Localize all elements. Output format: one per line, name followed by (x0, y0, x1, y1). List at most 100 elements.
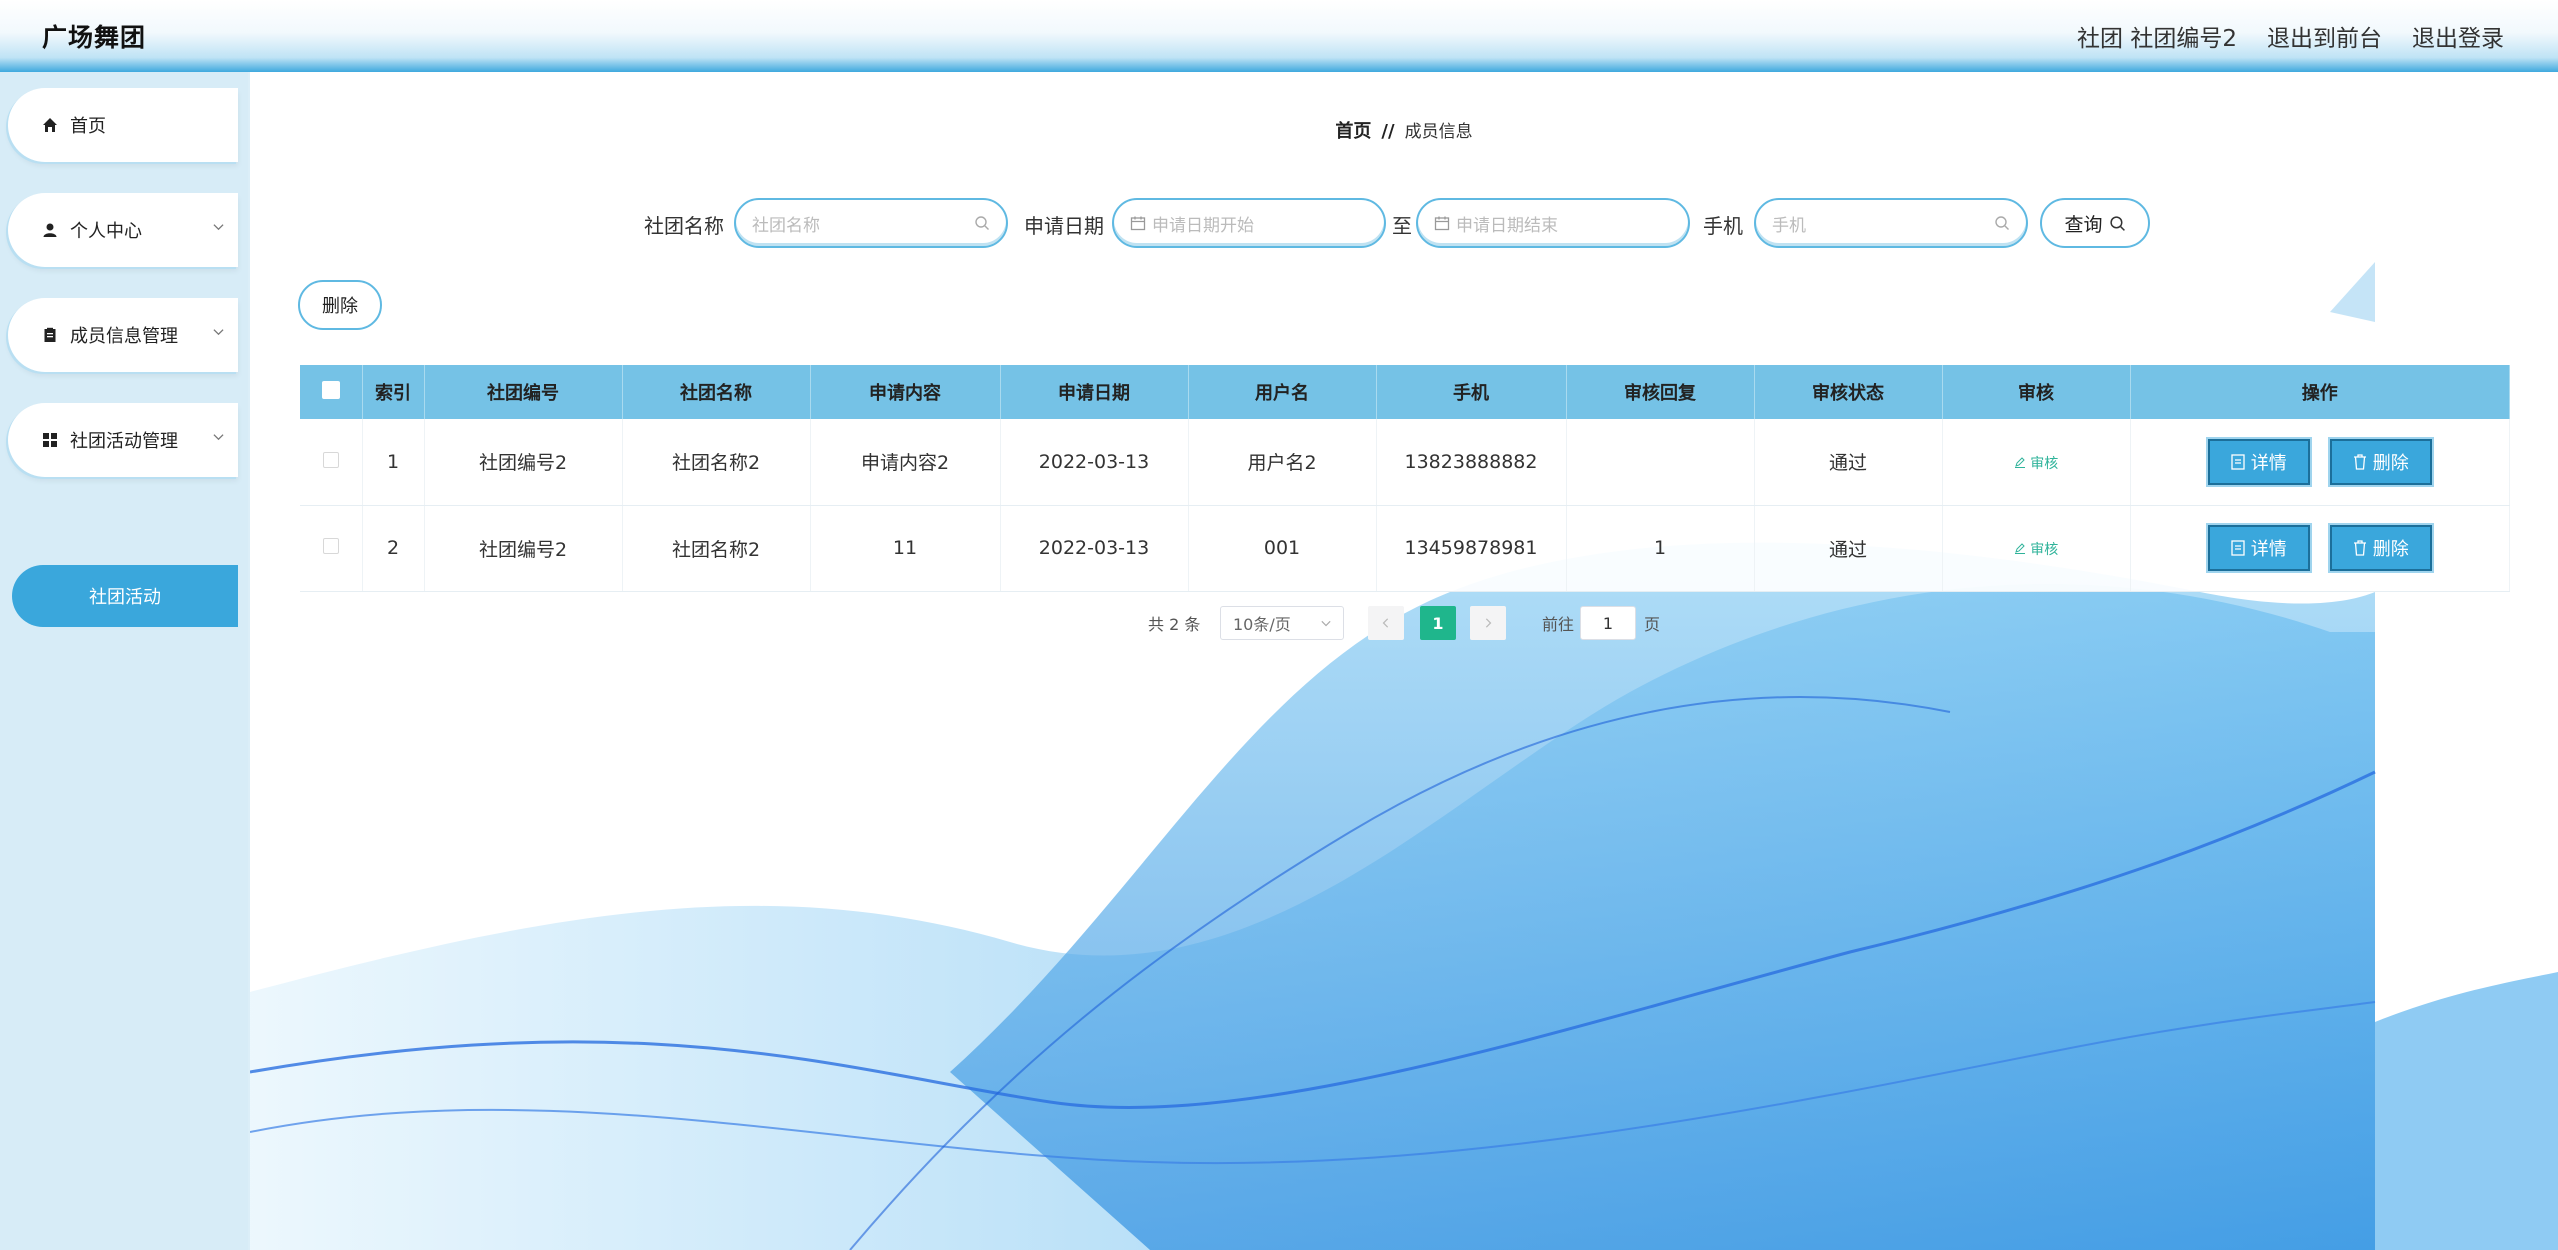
detail-button-label: 详情 (2250, 539, 2287, 560)
club-name-input[interactable]: 社团名称 (734, 198, 1008, 248)
page-suffix: 页 (1644, 615, 1661, 634)
grid-icon (43, 433, 57, 447)
date-end-input[interactable]: 申请日期结束 (1416, 198, 1690, 248)
sidebar-item-activity-management[interactable]: 社团活动管理 (8, 403, 238, 477)
cell-content: 申请内容2 (810, 419, 1001, 506)
member-table: 索引 社团编号 社团名称 申请内容 申请日期 用户名 手机 审核回复 审核状态 … (300, 365, 2510, 592)
delete-button[interactable]: 删除 (2327, 436, 2434, 487)
delete-button-label: 删除 (2372, 452, 2409, 474)
goto-page-input[interactable]: 1 (1580, 606, 1636, 640)
breadcrumb-home[interactable]: 首页 (1335, 121, 1371, 142)
cell-phone: 13459878981 (1376, 505, 1567, 592)
club-name-placeholder: 社团名称 (752, 215, 820, 236)
column-header: 用户名 (1188, 365, 1377, 419)
search-bar: 社团名称 社团名称 申请日期 申请日期开始 至 申请日期结束 手机 手机 查询 (250, 198, 2558, 248)
date-start-input[interactable]: 申请日期开始 (1112, 198, 1386, 248)
cell-username: 用户名2 (1188, 419, 1377, 506)
column-header: 审核 (1942, 365, 2131, 419)
delete-button[interactable]: 删除 (2327, 523, 2434, 573)
clipboard-icon (44, 327, 56, 342)
chevron-right-icon (1485, 618, 1492, 628)
sidebar-item-member-management[interactable]: 成员信息管理 (8, 298, 238, 372)
batch-delete-button[interactable]: 删除 (298, 280, 382, 330)
cell-club-no: 社团编号2 (424, 419, 623, 506)
sidebar-item-label: 成员信息管理 (70, 326, 178, 347)
table-row: 1 社团编号2 社团名称2 申请内容2 2022-03-13 用户名2 1382… (300, 419, 2510, 506)
sidebar-item-profile[interactable]: 个人中心 (8, 193, 238, 267)
audit-link-label: 审核 (2030, 455, 2059, 472)
detail-button[interactable]: 详情 (2205, 523, 2312, 573)
chevron-down-icon (213, 434, 224, 441)
chevron-down-icon (1321, 620, 1331, 627)
audit-link[interactable]: 审核 (2014, 542, 2058, 558)
chevron-left-icon (1382, 618, 1389, 628)
document-icon (2231, 454, 2245, 470)
select-all-checkbox[interactable] (321, 380, 340, 399)
column-header: 申请日期 (1000, 365, 1189, 419)
sidebar-item-club-activity[interactable]: 社团活动 (12, 565, 238, 627)
table-header-row: 索引 社团编号 社团名称 申请内容 申请日期 用户名 手机 审核回复 审核状态 … (300, 365, 2510, 419)
column-header: 社团编号 (424, 365, 623, 419)
column-header: 社团名称 (622, 365, 811, 419)
row-checkbox[interactable] (322, 451, 339, 468)
apply-date-label: 申请日期 (1024, 214, 1104, 238)
trash-icon (2353, 454, 2366, 470)
cell-index: 2 (362, 505, 425, 592)
goto-label: 前往 (1542, 615, 1575, 634)
sidebar-item-label: 个人中心 (70, 221, 142, 242)
cell-phone: 13823888882 (1376, 419, 1567, 506)
next-page-button[interactable] (1470, 606, 1506, 640)
phone-label: 手机 (1703, 214, 1743, 238)
table-row: 2 社团编号2 社团名称2 11 2022-03-13 001 13459878… (300, 505, 2510, 592)
app-title: 广场舞团 (42, 23, 147, 52)
pagination: 共 2 条 10条/页 1 前往 1 页 (250, 606, 2558, 640)
cell-audit: 审核 (1942, 419, 2131, 506)
sidebar-item-label: 首页 (70, 116, 106, 137)
prev-page-button[interactable] (1368, 606, 1404, 640)
phone-input[interactable]: 手机 (1754, 198, 2028, 248)
query-button[interactable]: 查询 (2040, 198, 2150, 248)
sidebar-item-label: 社团活动管理 (70, 431, 178, 452)
column-header: 审核回复 (1566, 365, 1755, 419)
top-header: 广场舞团 社团 社团编号2 退出到前台 退出登录 (0, 0, 2558, 72)
detail-button[interactable]: 详情 (2205, 436, 2312, 487)
main-content: 首页 // 成员信息 社团名称 社团名称 申请日期 申请日期开始 至 申请日期结束 … (250, 72, 2558, 1250)
audit-link[interactable]: 审核 (2014, 456, 2058, 472)
chevron-down-icon (213, 329, 224, 336)
header-actions: 社团 社团编号2 退出到前台 退出登录 (2077, 19, 2504, 53)
logout-link[interactable]: 退出登录 (2412, 19, 2504, 53)
sidebar-item-home[interactable]: 首页 (8, 88, 238, 162)
page-size-select[interactable]: 10条/页 (1220, 606, 1344, 640)
club-name-label: 社团名称 (644, 214, 724, 238)
column-header: 审核状态 (1754, 365, 1943, 419)
chevron-down-icon (213, 224, 224, 231)
breadcrumb-current: 成员信息 (1404, 122, 1473, 142)
breadcrumb: 首页 // 成员信息 (250, 117, 2558, 143)
column-header: 操作 (2130, 365, 2510, 419)
phone-placeholder: 手机 (1772, 215, 1806, 236)
page-number-current[interactable]: 1 (1420, 606, 1456, 640)
search-icon (975, 216, 989, 230)
calendar-icon (1130, 216, 1146, 231)
cell-status: 通过 (1754, 505, 1943, 592)
sidebar: 首页 个人中心 成员信息管理 社团活动管理 社团活动 (0, 72, 248, 1250)
page-size-value: 10条/页 (1233, 615, 1291, 634)
column-header: 申请内容 (810, 365, 1001, 419)
cell-date: 2022-03-13 (1000, 419, 1189, 506)
row-checkbox[interactable] (322, 538, 339, 554)
back-to-front-link[interactable]: 退出到前台 (2267, 19, 2382, 53)
cell-club-no: 社团编号2 (424, 505, 623, 592)
column-header: 手机 (1376, 365, 1567, 419)
delete-button-label: 删除 (2372, 539, 2409, 560)
cell-index: 1 (362, 419, 425, 506)
detail-button-label: 详情 (2250, 452, 2287, 474)
pagination-total: 共 2 条 (1148, 615, 1201, 634)
cell-status: 通过 (1754, 419, 1943, 506)
date-end-placeholder: 申请日期结束 (1456, 215, 1558, 236)
calendar-icon (1434, 216, 1450, 231)
row-select-cell (300, 505, 363, 592)
date-start-placeholder: 申请日期开始 (1152, 215, 1254, 236)
home-icon (43, 118, 57, 132)
cell-actions: 详情 删除 (2130, 419, 2510, 506)
query-button-label: 查询 (2064, 213, 2103, 236)
